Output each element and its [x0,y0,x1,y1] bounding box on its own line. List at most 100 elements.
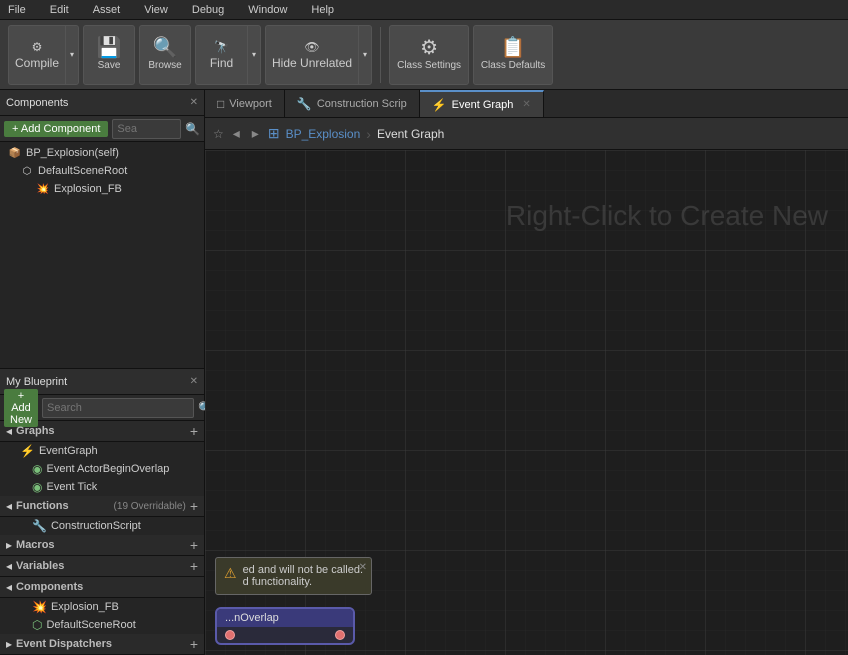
eventgraph-label: EventGraph [39,445,98,457]
bp-defaultsceneroot-item[interactable]: ⬡ DefaultSceneRoot [0,616,204,634]
class-defaults-label: Class Defaults [481,60,545,71]
my-blueprint-panel: My Blueprint ✕ + Add New 🔍 👁 ▾ ◂ Graphs … [0,368,204,655]
add-new-button[interactable]: + Add New [4,389,38,427]
viewport-tab-label: Viewport [229,98,272,110]
menu-item-edit[interactable]: Edit [46,4,73,16]
macros-title: Macros [16,539,186,551]
macros-collapse-icon: ▸ [6,538,12,552]
self-icon: 📦 [8,146,22,160]
class-defaults-icon: 📋 [501,38,526,58]
toolbar: ⚙ Compile ▾ 💾 Save 🔍 Browse 🔭 Find ▾ 👁 H… [0,20,848,90]
menu-item-file[interactable]: File [4,4,30,16]
my-blueprint-search-input[interactable] [42,398,194,418]
add-component-button[interactable]: + Add Component [4,121,108,137]
components-toolbar: + Add Component 🔍 [0,116,204,142]
construction-tab-label: Construction Scrip [317,98,407,110]
menu-item-asset[interactable]: Asset [89,4,125,16]
breadcrumb-forward-button[interactable]: ▸ [249,125,262,142]
bp-components-section-header[interactable]: ◂ Components [0,577,204,598]
left-panel: Components ✕ + Add Component 🔍 📦 BP_Expl… [0,90,205,655]
graphs-section-header[interactable]: ◂ Graphs + [0,421,204,442]
tab-construction-script[interactable]: 🔧 Construction Scrip [285,90,420,117]
browse-label: Browse [148,60,181,71]
find-button[interactable]: 🔭 Find [195,25,247,85]
menu-item-debug[interactable]: Debug [188,4,228,16]
event-graph-tab-icon: ⚡ [432,98,447,112]
hide-unrelated-dropdown[interactable]: ▾ [358,25,372,85]
breadcrumb-blueprint-icon: ⊞ [268,125,280,142]
tab-bar: □ Viewport 🔧 Construction Scrip ⚡ Event … [205,90,848,118]
components-panel-close[interactable]: ✕ [190,97,198,108]
variables-add-button[interactable]: + [190,559,198,573]
warning-popup: ⚠ ed and will not be called. d functiona… [215,557,372,595]
breadcrumb-star[interactable]: ☆ [213,127,224,141]
compile-button-group: ⚙ Compile ▾ [8,25,79,85]
compile-icon: ⚙ [32,40,43,54]
hide-unrelated-button[interactable]: 👁 Hide Unrelated [265,25,358,85]
comp-item-explosion-fb[interactable]: 💥 Explosion_FB [0,180,204,198]
bp-node[interactable]: ...nOverlap [215,607,355,645]
comp-label-explosion-fb: Explosion_FB [54,183,122,195]
components-panel-header: Components ✕ [0,90,204,116]
compile-button[interactable]: ⚙ Compile [8,25,65,85]
event-actoroverlap-item[interactable]: ◉ Event ActorBeginOverlap [0,460,204,478]
event-dispatchers-section-header[interactable]: ▸ Event Dispatchers + [0,634,204,655]
event-actoroverlap-icon: ◉ [32,462,42,476]
bp-defaultsceneroot-icon: ⬡ [32,618,42,632]
class-settings-button[interactable]: ⚙ Class Settings [389,25,469,85]
components-list: 📦 BP_Explosion(self) ⬡ DefaultSceneRoot … [0,142,204,368]
tab-event-graph[interactable]: ⚡ Event Graph ✕ [420,90,544,117]
functions-section-header[interactable]: ◂ Functions (19 Overridable) + [0,496,204,517]
bp-explosion-fb-item[interactable]: 💥 Explosion_FB [0,598,204,616]
functions-add-button[interactable]: + [190,499,198,513]
macros-add-button[interactable]: + [190,538,198,552]
breadcrumb-back-button[interactable]: ◂ [230,125,243,142]
breadcrumb-bar: ☆ ◂ ▸ ⊞ BP_Explosion › Event Graph [205,118,848,150]
variables-title: Variables [16,560,186,572]
menu-item-help[interactable]: Help [307,4,338,16]
graph-canvas[interactable]: Right-Click to Create New ⚠ ed and will … [205,150,848,655]
event-graph-tab-close[interactable]: ✕ [522,99,530,110]
menu-item-window[interactable]: Window [244,4,291,16]
event-tick-label: Event Tick [46,481,97,493]
find-button-group: 🔭 Find ▾ [195,25,261,85]
menu-item-view[interactable]: View [140,4,172,16]
graphs-collapse-icon: ◂ [6,424,12,438]
menu-bar: File Edit Asset View Debug Window Help [0,0,848,20]
warning-close-button[interactable]: ✕ [359,562,367,573]
graphs-title: Graphs [16,425,186,437]
event-dispatchers-add-button[interactable]: + [190,637,198,651]
construction-script-item[interactable]: 🔧 ConstructionScript [0,517,204,535]
components-panel-title: Components [6,97,186,109]
comp-item-self[interactable]: 📦 BP_Explosion(self) [0,144,204,162]
macros-section-header[interactable]: ▸ Macros + [0,535,204,556]
graph-hint: Right-Click to Create New [506,200,848,232]
graphs-add-button[interactable]: + [190,424,198,438]
comp-label-sceneroot: DefaultSceneRoot [38,165,127,177]
comp-item-sceneroot[interactable]: ⬡ DefaultSceneRoot [0,162,204,180]
eventgraph-item[interactable]: ⚡ EventGraph [0,442,204,460]
browse-button[interactable]: 🔍 Browse [139,25,191,85]
class-settings-label: Class Settings [397,60,461,71]
save-button[interactable]: 💾 Save [83,25,135,85]
find-dropdown[interactable]: ▾ [247,25,261,85]
class-settings-icon: ⚙ [420,38,438,58]
node-header-label: ...nOverlap [225,612,279,624]
components-search-input[interactable] [112,119,181,139]
warning-text: ed and will not be called. d functionali… [243,564,363,588]
functions-collapse-icon: ◂ [6,499,12,513]
event-tick-item[interactable]: ◉ Event Tick [0,478,204,496]
breadcrumb-blueprint-link[interactable]: BP_Explosion [286,127,361,141]
tab-viewport[interactable]: □ Viewport [205,90,285,117]
breadcrumb-current: Event Graph [377,127,444,141]
my-blueprint-close[interactable]: ✕ [190,376,198,387]
find-icon: 🔭 [214,40,229,54]
toolbar-divider [380,27,381,83]
compile-dropdown[interactable]: ▾ [65,25,79,85]
components-search-icon[interactable]: 🔍 [185,122,200,136]
variables-section-header[interactable]: ◂ Variables + [0,556,204,577]
bp-node-pin [217,627,353,643]
class-defaults-button[interactable]: 📋 Class Defaults [473,25,553,85]
event-tick-icon: ◉ [32,480,42,494]
functions-title: Functions [16,500,106,512]
